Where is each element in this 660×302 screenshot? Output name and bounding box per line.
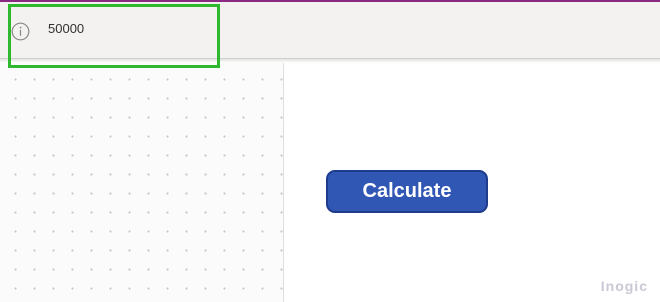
highlight-annotation	[8, 4, 220, 68]
watermark-logo: Inogic	[600, 278, 648, 294]
design-canvas-grid	[0, 63, 283, 302]
calculate-button[interactable]: Calculate	[326, 170, 488, 213]
